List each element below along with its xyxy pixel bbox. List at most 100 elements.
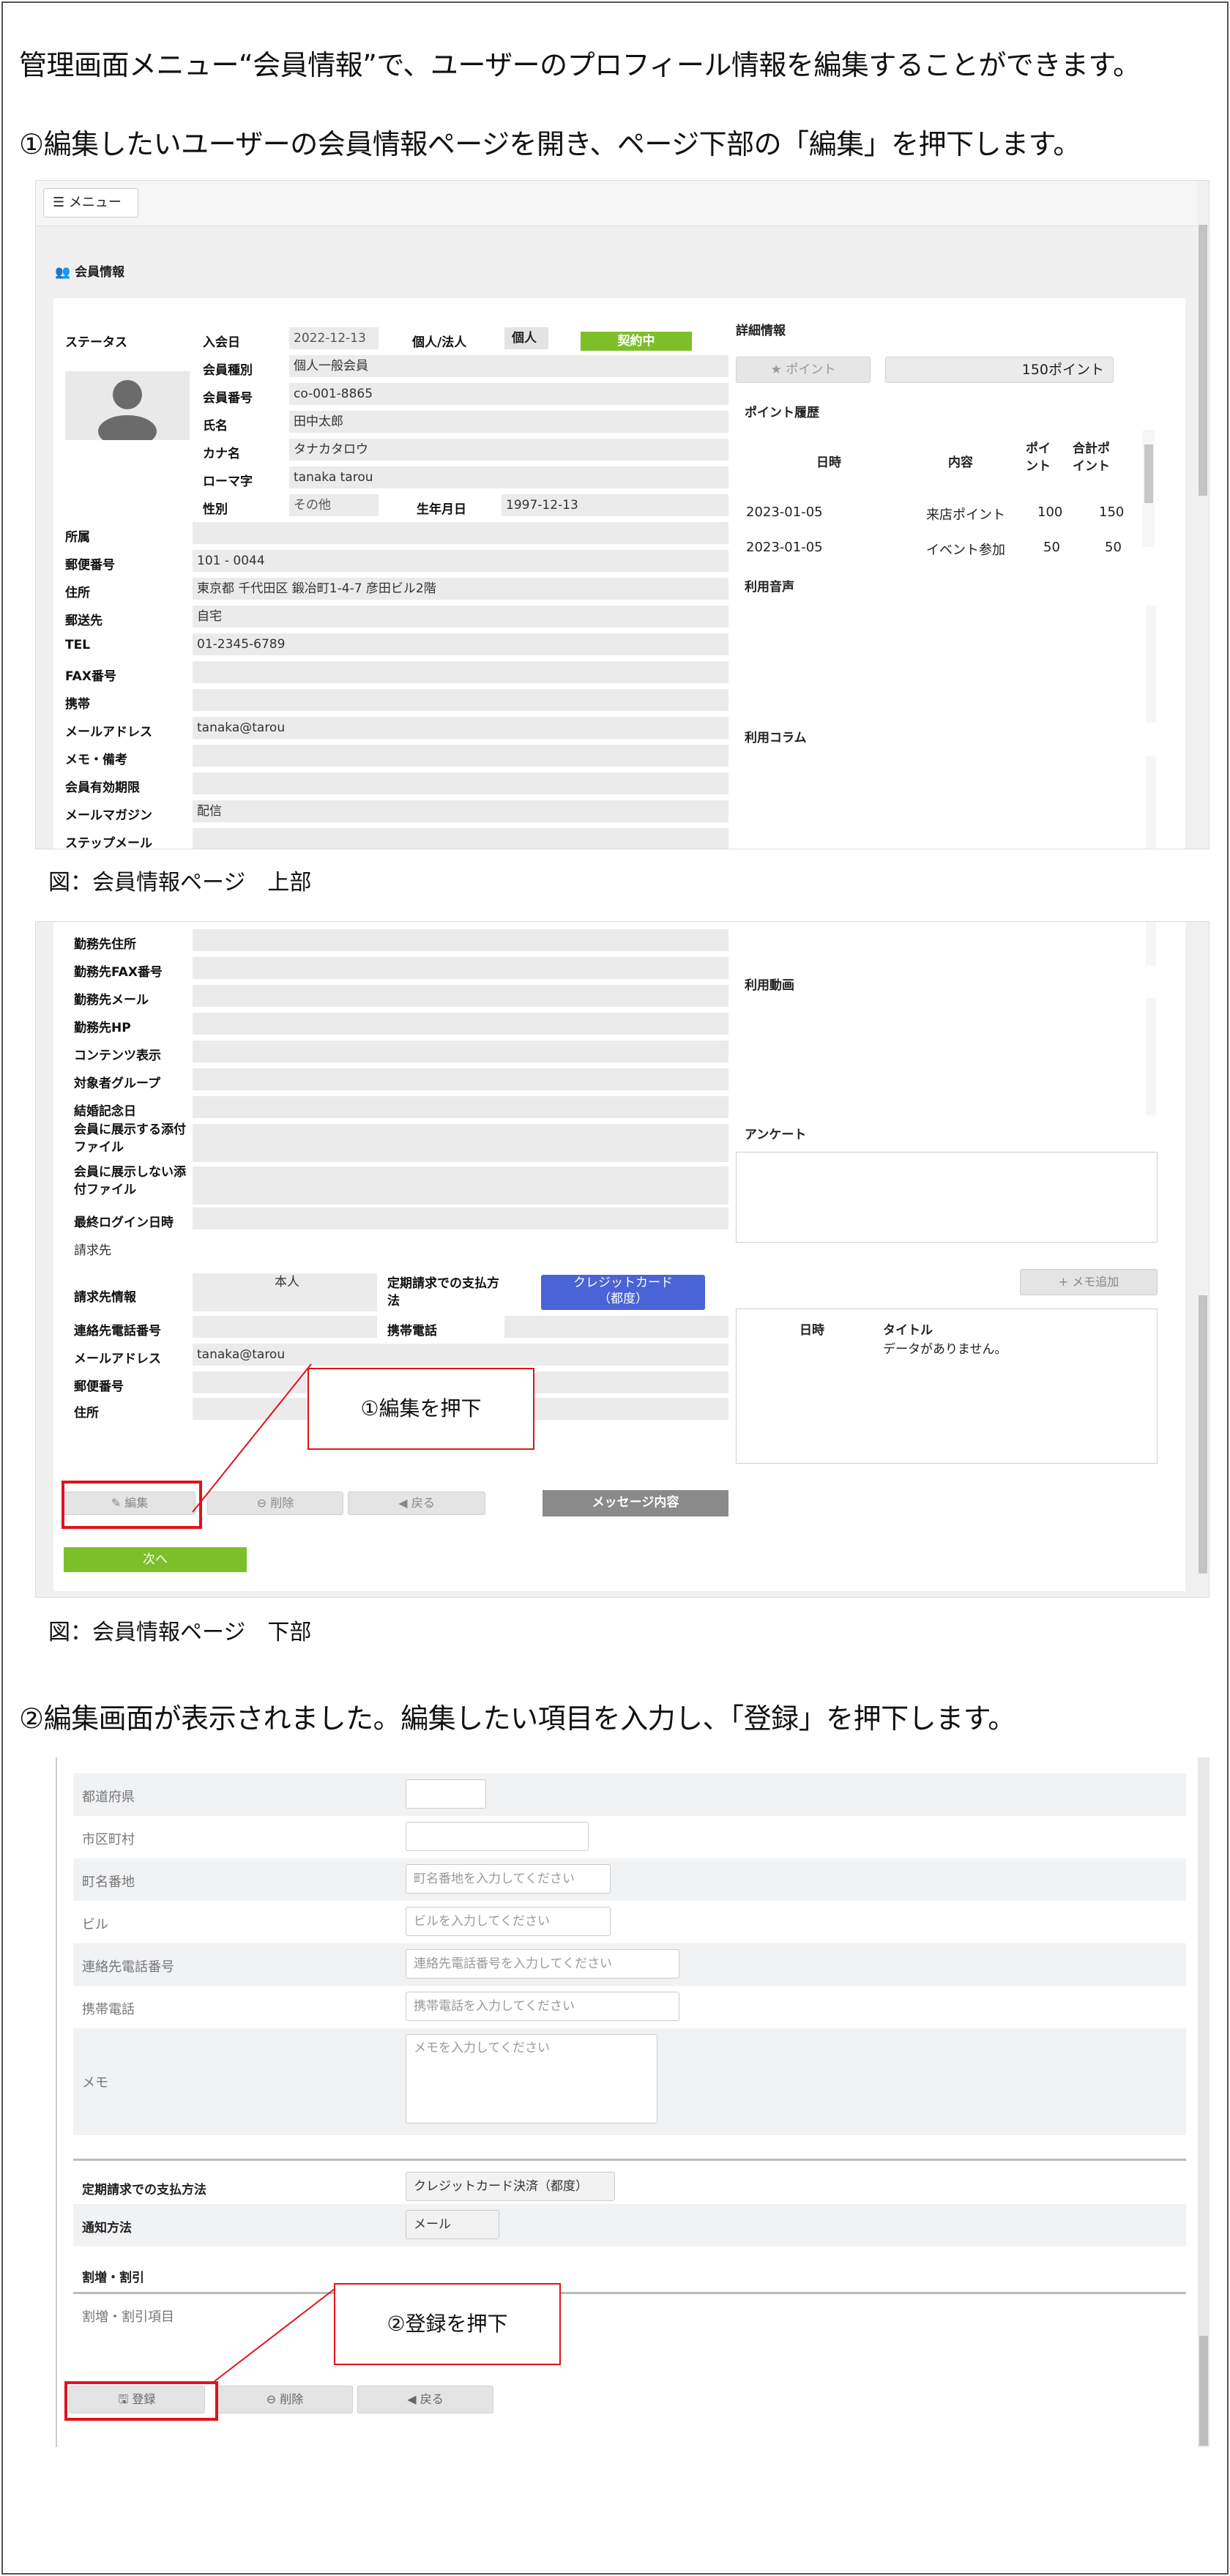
point-button[interactable]: ★ ポイント <box>736 357 871 383</box>
column-title: 利用コラム <box>745 731 807 745</box>
table-header: 内容 <box>948 455 973 470</box>
field-label: カナ名 <box>203 447 240 461</box>
back-arrow-icon: ◀ <box>407 2392 420 2406</box>
field-value: tanaka@tarou <box>193 717 728 739</box>
contact-tel-label: 連絡先電話番号 <box>74 1324 161 1339</box>
street-input[interactable]: 町名番地を入力してください <box>406 1864 611 1894</box>
edit-callout: ①編集を押下 <box>308 1368 534 1450</box>
field-label: 会員番号 <box>203 391 253 406</box>
back-button[interactable]: ◀ 戻る <box>357 2386 493 2413</box>
back-arrow-icon: ◀ <box>398 1496 411 1510</box>
field-label: 会員有効期限 <box>65 781 140 795</box>
field-label: ステップメール <box>65 836 152 849</box>
section-title: 👥 会員情報 <box>55 265 125 280</box>
form-label: 町名番地 <box>82 1875 135 1890</box>
form-label: 連絡先電話番号 <box>82 1959 174 1975</box>
menu-button[interactable]: ☰ メニュー <box>43 188 138 217</box>
field-label: 会員種別 <box>203 363 253 378</box>
column-list-tail <box>736 922 1163 966</box>
form-row: 連絡先電話番号 連絡先電話番号を入力してください <box>73 1943 1186 1986</box>
prefecture-select[interactable] <box>406 1779 486 1809</box>
contract-status-badge: 契約中 <box>581 332 692 351</box>
attach-hide-label: 会員に展示しない添 付ファイル <box>74 1165 186 1197</box>
table-cell: 100 <box>1037 505 1063 520</box>
attach-show-label: 会員に展示する添付 ファイル <box>74 1123 186 1155</box>
billing-info-label: 請求先情報 <box>74 1290 136 1305</box>
field-value: タナカタロウ <box>289 439 728 461</box>
birthday-label: 生年月日 <box>417 502 466 517</box>
table-cell: 2023-01-05 <box>746 540 823 555</box>
next-button[interactable]: 次へ <box>64 1547 247 1572</box>
page-scrollbar[interactable] <box>1197 181 1209 849</box>
payment-label: 定期請求での支払方 法 <box>387 1276 499 1309</box>
register-callout-line <box>214 2283 342 2382</box>
table-header: 合計ポ イント <box>1073 442 1110 474</box>
join-date-label: 入会日 <box>203 335 240 350</box>
field-value <box>193 1041 728 1062</box>
field-label: メールマガジン <box>65 808 152 823</box>
form-label: ビル <box>82 1917 108 1932</box>
field-value <box>193 985 728 1007</box>
payment-select[interactable]: クレジットカード決済（都度） <box>406 2172 615 2201</box>
audio-title: 利用音声 <box>745 580 794 595</box>
person-type-value: 個人 <box>504 327 548 349</box>
contact-tel-value <box>193 1316 377 1338</box>
video-title: 利用動画 <box>745 978 794 993</box>
building-input[interactable]: ビルを入力してください <box>406 1907 611 1936</box>
table-scrollbar[interactable] <box>1143 430 1155 547</box>
form-label: 携帯電話 <box>82 2002 135 2017</box>
empty-message: データがありません。 <box>883 1342 1007 1357</box>
memo-textarea[interactable]: メモを入力してください <box>406 2034 657 2123</box>
field-label: 対象者グループ <box>74 1076 160 1091</box>
memo-table: 日時 タイトル データがありません。 <box>736 1309 1158 1464</box>
form-label: 市区町村 <box>82 1832 135 1847</box>
delete-button[interactable]: ⊖ 削除 <box>217 2386 353 2413</box>
form-row: メモ メモを入力してください <box>73 2028 1186 2135</box>
form-label: メモ <box>82 2075 108 2091</box>
menu-button-label: メニュー <box>68 195 122 210</box>
table-header: 日時 <box>816 455 841 470</box>
table-cell: 50 <box>1043 540 1060 555</box>
field-value <box>193 957 728 979</box>
point-total: 150ポイント <box>885 357 1114 383</box>
field-value <box>193 929 728 951</box>
form-label: 通知方法 <box>82 2221 132 2236</box>
discount-title: 割増・割引 <box>82 2271 144 2285</box>
table-cell: 50 <box>1105 540 1122 555</box>
contact-tel-input[interactable]: 連絡先電話番号を入力してください <box>406 1949 679 1978</box>
detail-title: 詳細情報 <box>736 324 786 338</box>
intro-text: 管理画面メニュー“会員情報”で、ユーザーのプロフィール情報を編集することができま… <box>19 49 1141 81</box>
survey-title: アンケート <box>745 1128 807 1142</box>
divider <box>73 2159 1186 2161</box>
memo-add-button[interactable]: + メモ追加 <box>1020 1269 1158 1295</box>
notify-select[interactable]: メール <box>406 2210 499 2239</box>
field-value: 配信 <box>193 800 728 822</box>
city-select[interactable] <box>406 1822 589 1851</box>
field-value: 101 - 0044 <box>193 550 728 572</box>
last-login-value <box>193 1207 728 1229</box>
message-button[interactable]: メッセージ内容 <box>543 1490 728 1516</box>
top-bar <box>36 181 1199 226</box>
table-header: ポイ ント <box>1026 442 1051 474</box>
field-value: co-001-8865 <box>289 383 728 405</box>
field-label: メールアドレス <box>65 725 152 740</box>
mobile-input[interactable]: 携帯電話を入力してください <box>406 1992 679 2021</box>
field-label: 郵便番号 <box>65 558 115 573</box>
field-value: 個人一般会員 <box>289 355 728 377</box>
page-scrollbar[interactable] <box>1197 922 1209 1597</box>
table-header: タイトル <box>883 1323 933 1338</box>
field-value <box>193 1068 728 1090</box>
back-button[interactable]: ◀ 戻る <box>348 1492 485 1515</box>
edit-highlight <box>61 1481 202 1529</box>
field-label: 住所 <box>65 586 90 600</box>
form-label: 都道府県 <box>82 1790 135 1805</box>
field-label: 結婚記念日 <box>74 1104 136 1119</box>
survey-box <box>736 1152 1158 1243</box>
person-type-label: 個人/法人 <box>412 335 467 350</box>
edit-callout-line <box>192 1363 312 1513</box>
field-label: 所属 <box>65 530 90 545</box>
billing-title: 請求先 <box>74 1243 111 1258</box>
birthday-value: 1997-12-13 <box>502 494 728 516</box>
field-label: メモ・備考 <box>65 753 127 767</box>
page-scrollbar[interactable] <box>1198 1757 1210 2447</box>
